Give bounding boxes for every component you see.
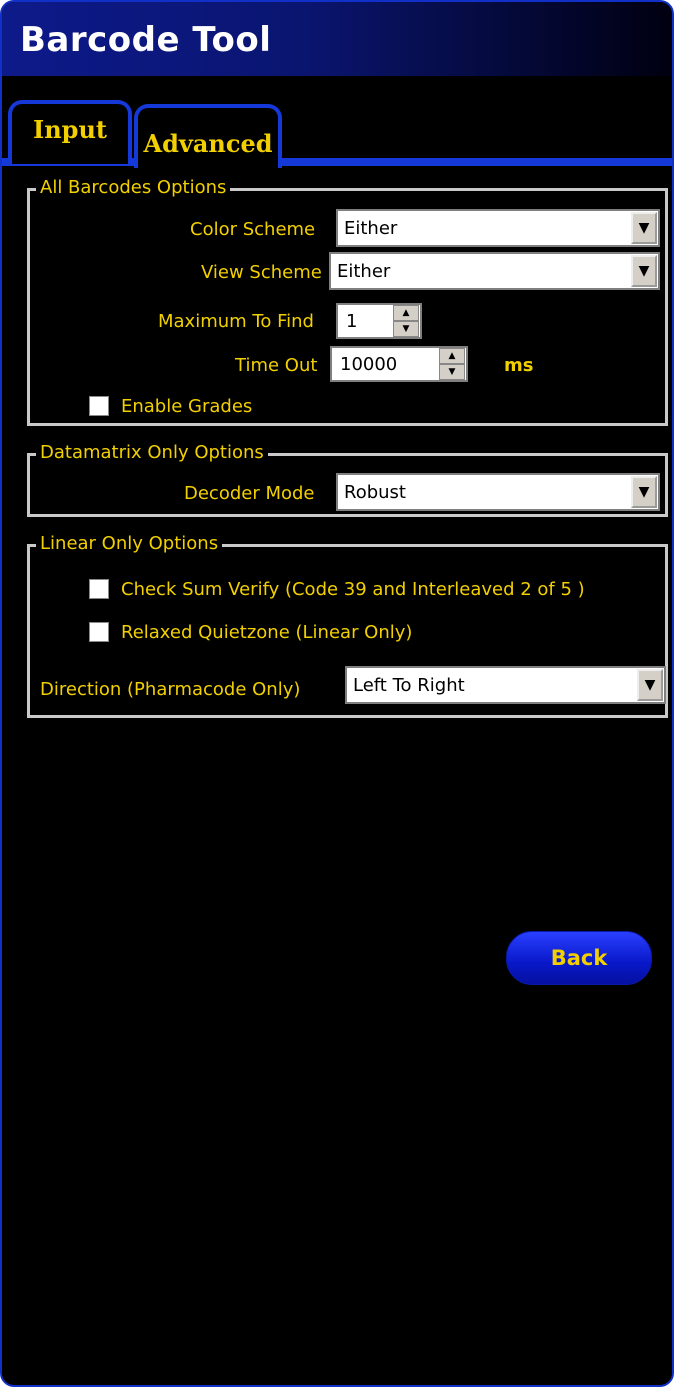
chevron-down-icon[interactable]: ▼ — [637, 669, 663, 701]
maximum-to-find-value: 1 — [346, 310, 358, 332]
maximum-to-find-stepper[interactable]: 1 ▲ ▼ — [336, 303, 422, 339]
color-scheme-value: Either — [344, 217, 398, 239]
all-barcodes-legend: All Barcodes Options — [36, 177, 231, 199]
decoder-mode-select[interactable]: Robust ▼ — [336, 473, 660, 511]
check-sum-label: Check Sum Verify (Code 39 and Interleave… — [121, 579, 585, 600]
view-scheme-select[interactable]: Either ▼ — [329, 252, 660, 290]
time-out-label: Time Out — [235, 355, 318, 376]
direction-label: Direction (Pharmacode Only) — [40, 679, 301, 700]
decoder-mode-value: Robust — [344, 481, 406, 503]
enable-grades-checkbox[interactable] — [89, 396, 109, 416]
direction-select[interactable]: Left To Right ▼ — [345, 666, 666, 704]
tab-advanced[interactable]: Advanced — [134, 104, 282, 168]
view-scheme-value: Either — [337, 260, 391, 282]
relaxed-quietzone-label: Relaxed Quietzone (Linear Only) — [121, 622, 413, 643]
tab-input[interactable]: Input — [8, 100, 132, 164]
title-bar: Barcode Tool — [2, 2, 672, 76]
time-out-value: 10000 — [340, 353, 398, 375]
time-out-unit: ms — [504, 355, 534, 376]
decoder-mode-label: Decoder Mode — [184, 483, 315, 504]
time-out-stepper[interactable]: 10000 ▲ ▼ — [330, 346, 468, 382]
spin-up-icon[interactable]: ▲ — [439, 348, 465, 364]
chevron-down-icon[interactable]: ▼ — [631, 255, 657, 287]
spin-down-icon[interactable]: ▼ — [439, 364, 465, 380]
linear-legend: Linear Only Options — [36, 533, 223, 555]
direction-value: Left To Right — [353, 674, 465, 696]
relaxed-quietzone-checkbox[interactable] — [89, 622, 109, 642]
back-button[interactable]: Back — [506, 931, 652, 985]
check-sum-checkbox[interactable] — [89, 579, 109, 599]
view-scheme-label: View Scheme — [201, 262, 322, 283]
window-title: Barcode Tool — [20, 20, 272, 60]
maximum-to-find-label: Maximum To Find — [158, 311, 314, 332]
chevron-down-icon[interactable]: ▼ — [631, 212, 657, 244]
datamatrix-legend: Datamatrix Only Options — [36, 442, 268, 464]
app-window: Barcode Tool Input Advanced All Barcodes… — [0, 0, 674, 1387]
chevron-down-icon[interactable]: ▼ — [631, 476, 657, 508]
color-scheme-label: Color Scheme — [190, 219, 316, 240]
spin-up-icon[interactable]: ▲ — [393, 305, 419, 321]
enable-grades-label: Enable Grades — [121, 396, 253, 417]
spin-down-icon[interactable]: ▼ — [393, 321, 419, 337]
color-scheme-select[interactable]: Either ▼ — [336, 209, 660, 247]
